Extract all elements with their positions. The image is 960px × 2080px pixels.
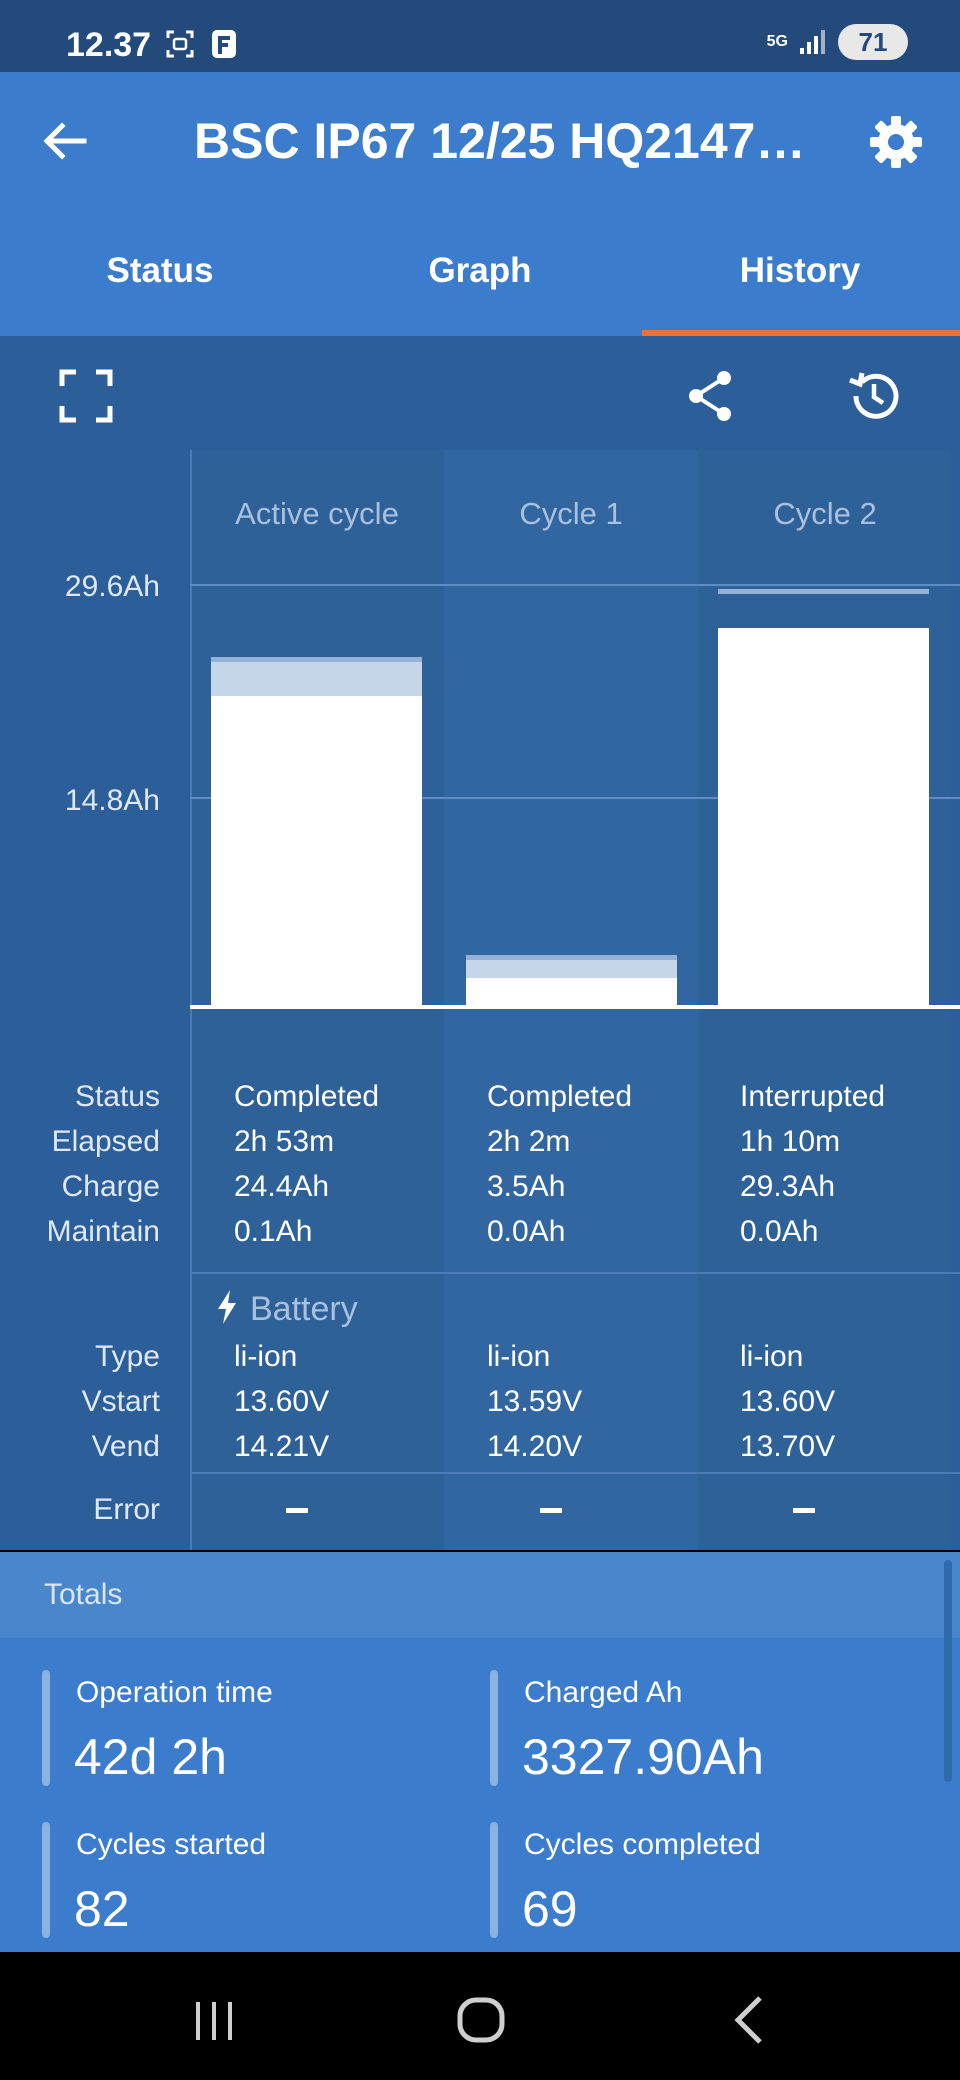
error-value-empty — [540, 1508, 562, 1513]
error-value-empty — [793, 1508, 815, 1513]
bar-absorption — [466, 960, 677, 978]
row-label-maintain: Maintain — [46, 1215, 160, 1248]
cell-vend: 14.20V — [487, 1430, 583, 1463]
bolt-icon — [218, 1290, 236, 1324]
totals-accent-bar — [42, 1670, 50, 1786]
totals-accent-bar — [42, 1822, 50, 1938]
section-divider — [190, 1272, 960, 1274]
column-header-active-cycle: Active cycle — [235, 496, 399, 531]
share-icon[interactable] — [682, 368, 738, 424]
bar-charge — [718, 628, 929, 1005]
cell-vend: 14.21V — [234, 1430, 330, 1463]
row-label-vstart: Vstart — [81, 1385, 160, 1418]
bar-absorption — [211, 662, 422, 697]
tab-history[interactable]: History — [640, 236, 960, 336]
totals-header — [0, 1552, 960, 1638]
device-title: BSC IP67 12/25 HQ2147… — [194, 113, 806, 169]
row-label-error: Error — [93, 1493, 160, 1526]
cycles-started-label: Cycles started — [76, 1828, 267, 1861]
bar-charge — [466, 977, 677, 1005]
bar-charge — [211, 696, 422, 1005]
history-icon[interactable] — [846, 368, 902, 424]
bar-maintain — [466, 955, 677, 961]
cell-vstart: 13.60V — [740, 1385, 836, 1418]
section-divider — [190, 1472, 960, 1474]
screenshot-icon — [166, 30, 194, 58]
tab-status[interactable]: Status — [0, 236, 320, 336]
cell-vend: 13.70V — [740, 1430, 836, 1463]
bar-maintain — [718, 589, 929, 595]
signal-icon — [800, 30, 825, 54]
cell-type: li-ion — [234, 1340, 298, 1373]
column-header-cycle-2: Cycle 2 — [773, 496, 877, 531]
status-bar: 12.37 5G 71 — [0, 0, 960, 72]
cell-status: Interrupted — [740, 1080, 886, 1113]
error-value-empty — [286, 1508, 308, 1513]
scrollbar-thumb[interactable] — [944, 1560, 952, 1782]
row-label-charge: Charge — [61, 1170, 160, 1203]
gridline-top — [190, 584, 960, 586]
y-tick-label: 14.8Ah — [64, 784, 160, 817]
cell-maintain: 0.1Ah — [234, 1215, 313, 1248]
cell-type: li-ion — [487, 1340, 551, 1373]
column-header-cycle-1: Cycle 1 — [519, 496, 623, 531]
cell-maintain: 0.0Ah — [740, 1215, 819, 1248]
cell-charge: 24.4Ah — [234, 1170, 330, 1203]
status-system-icons: 5G 71 — [767, 24, 908, 60]
recents-icon[interactable] — [184, 1990, 244, 2050]
cell-charge: 3.5Ah — [487, 1170, 566, 1203]
row-label-type: Type — [94, 1340, 160, 1373]
cell-status: Completed — [487, 1080, 633, 1113]
totals-accent-bar — [490, 1670, 498, 1786]
cycles-completed-label: Cycles completed — [524, 1828, 761, 1861]
totals-title: Totals — [44, 1578, 123, 1611]
charged-ah-label: Charged Ah — [524, 1676, 683, 1709]
operation-time-label: Operation time — [76, 1676, 273, 1709]
label-divider — [190, 450, 192, 1550]
tab-bar: Status Graph History — [0, 236, 960, 336]
battery-section-title: Battery — [250, 1290, 358, 1328]
row-label-elapsed: Elapsed — [51, 1125, 160, 1158]
row-label-status: Status — [74, 1080, 160, 1113]
cycles-started-value: 82 — [74, 1881, 130, 1937]
cell-status: Completed — [234, 1080, 380, 1113]
cell-vstart: 13.59V — [487, 1385, 583, 1418]
tab-graph[interactable]: Graph — [320, 236, 640, 336]
app-notification-icon — [212, 30, 236, 58]
status-time: 12.37 — [66, 26, 152, 64]
gear-icon[interactable] — [864, 110, 928, 174]
battery-indicator: 71 — [838, 24, 908, 60]
charged-ah-value: 3327.90Ah — [522, 1729, 764, 1785]
bar-maintain — [211, 657, 422, 663]
fullscreen-icon[interactable] — [58, 368, 114, 424]
totals-accent-bar — [490, 1822, 498, 1938]
network-type: 5G — [766, 33, 788, 50]
y-tick-label: 29.6Ah — [64, 570, 160, 603]
status-notification-icons — [164, 28, 238, 60]
cell-maintain: 0.0Ah — [487, 1215, 566, 1248]
cell-elapsed: 2h 2m — [487, 1125, 571, 1158]
cell-type: li-ion — [740, 1340, 804, 1373]
cell-elapsed: 1h 10m — [740, 1125, 841, 1158]
operation-time-value: 42d 2h — [74, 1729, 227, 1785]
back-arrow-icon[interactable] — [36, 112, 94, 170]
cycles-completed-value: 69 — [522, 1881, 578, 1937]
chart-baseline — [190, 1005, 960, 1009]
cell-elapsed: 2h 53m — [234, 1125, 335, 1158]
cell-vstart: 13.60V — [234, 1385, 330, 1418]
cell-charge: 29.3Ah — [740, 1170, 836, 1203]
home-icon[interactable] — [452, 1990, 512, 2050]
history-toolbar — [0, 336, 960, 452]
back-icon[interactable] — [722, 1990, 782, 2050]
row-label-vend: Vend — [91, 1430, 160, 1463]
